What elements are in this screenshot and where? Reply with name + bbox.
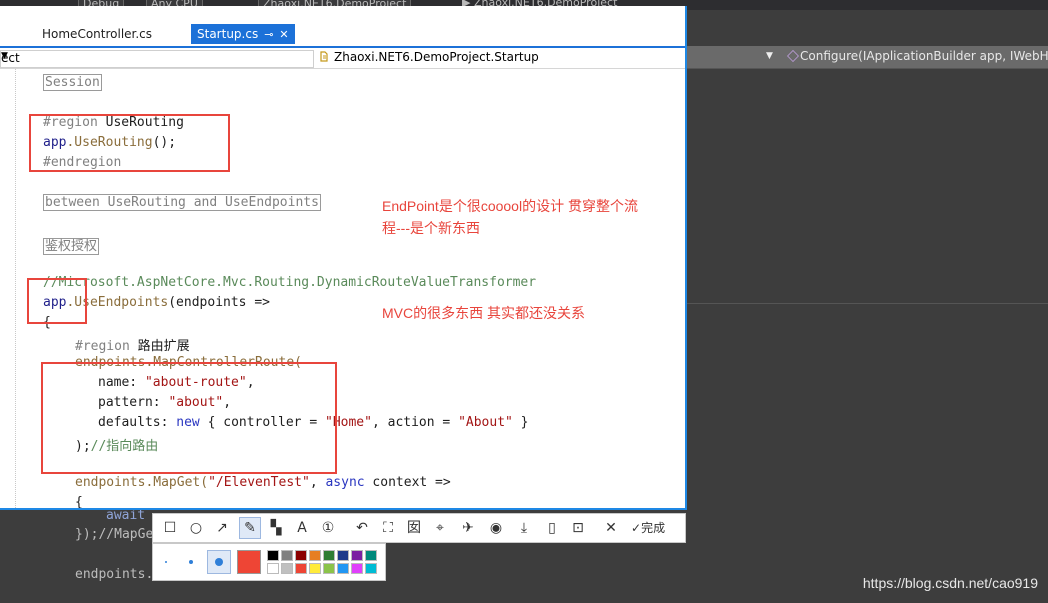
code-line-comment: //Microsoft.AspNetCore.Mvc.Routing.Dynam…	[43, 275, 537, 290]
tab-startup[interactable]: Startup.cs ⊸ ✕	[191, 24, 295, 44]
code-line-mapget: endpoints.MapGet("/ElevenTest", async co…	[75, 475, 451, 490]
color-swatch[interactable]	[337, 563, 349, 574]
color-swatch[interactable]	[281, 563, 293, 574]
snip-toolbar: ☐ ○ ↗ ✎ ▚ A ① ↶ ⛶ 囡 ⌖ ✈ ◉ ⤓ ▯ ⊡ ✕ ✓完成	[152, 513, 686, 543]
color-swatch[interactable]	[337, 550, 349, 561]
navigation-bar: ect ▼ Zhaoxi.NET6.DemoProject.Startup	[0, 48, 685, 69]
type-nav-dropdown[interactable]: Zhaoxi.NET6.DemoProject.Startup	[318, 50, 539, 64]
collapsed-region[interactable]: between UseRouting and UseEndpoints	[43, 194, 321, 211]
project-nav-dropdown[interactable]: ect ▼	[0, 50, 314, 68]
check-icon: ✓	[631, 521, 642, 535]
collapsed-region[interactable]: Session	[43, 74, 102, 91]
code-line-brace2: {	[75, 495, 83, 510]
color-swatch[interactable]	[267, 550, 279, 561]
brush-size-small[interactable]	[165, 561, 167, 563]
phone-icon[interactable]: ▯	[541, 517, 563, 539]
number-icon[interactable]: ①	[317, 517, 339, 539]
color-swatch[interactable]	[295, 550, 307, 561]
annotation-box-mapcontrollerroute[interactable]	[41, 362, 337, 474]
color-swatch[interactable]	[309, 563, 321, 574]
done-label: 完成	[641, 521, 666, 535]
chevron-down-icon: ▼	[1, 51, 8, 61]
code-line-region2: #region 路由扩展	[75, 339, 190, 354]
code-line-endpoints: endpoints.	[75, 567, 154, 582]
bookmark-icon[interactable]: ⊡	[567, 517, 589, 539]
color-swatch[interactable]	[365, 563, 377, 574]
color-swatch[interactable]	[365, 550, 377, 561]
color-swatch[interactable]	[323, 563, 335, 574]
ocr-icon[interactable]: ⛶	[377, 517, 399, 539]
tab-label: Startup.cs	[197, 27, 259, 41]
code-line-between: between UseRouting and UseEndpoints	[43, 194, 321, 211]
code-line-session: Session	[43, 74, 102, 91]
color-swatch[interactable]	[281, 550, 293, 561]
text-icon[interactable]: A	[291, 517, 313, 539]
member-nav-dropdown[interactable]: Configure(IApplicationBuilder app, IWebH…	[800, 49, 1048, 63]
editor-tab-strip: HomeController.cs Startup.cs ⊸ ✕	[0, 6, 685, 48]
tab-label: HomeController.cs	[42, 27, 153, 41]
done-button[interactable]: ✓完成	[631, 519, 665, 536]
brush-size-large[interactable]	[207, 550, 231, 574]
watermark: https://blog.csdn.net/cao919	[862, 575, 1038, 591]
color-swatch[interactable]	[323, 550, 335, 561]
pin-icon[interactable]: ⊸	[264, 28, 273, 41]
chevron-down-icon[interactable]: ▼	[766, 51, 773, 61]
arrow-icon[interactable]: ↗	[211, 517, 233, 539]
scan-icon[interactable]: ⌖	[429, 517, 451, 539]
color-swatch[interactable]	[267, 563, 279, 574]
undo-icon[interactable]: ↶	[351, 517, 373, 539]
pen-icon[interactable]: ✎	[239, 517, 261, 539]
current-color-swatch[interactable]	[237, 550, 261, 574]
snip-style-toolbar	[152, 543, 386, 581]
annotation-line: EndPoint是个很cooool的设计 贯穿整个流	[382, 198, 638, 214]
color-swatch[interactable]	[351, 550, 363, 561]
indent-guide	[15, 69, 16, 508]
code-line-await: await	[106, 508, 146, 523]
class-icon	[320, 51, 328, 62]
divider	[686, 303, 1048, 304]
mosaic-icon[interactable]: ▚	[265, 517, 287, 539]
code-line-auth: 鉴权授权	[43, 235, 100, 255]
annotation-box-userouting[interactable]	[29, 114, 230, 172]
ellipse-icon[interactable]: ○	[185, 517, 207, 539]
collapsed-region[interactable]: 鉴权授权	[43, 238, 100, 255]
record-icon[interactable]: ◉	[485, 517, 507, 539]
rectangle-icon[interactable]: ☐	[159, 517, 181, 539]
annotation-line: 程---是个新东西	[382, 220, 480, 236]
annotation-box-useendpoints[interactable]	[27, 278, 87, 324]
code-line-mapget-close: });//MapGe	[75, 527, 154, 542]
translate-icon[interactable]: 囡	[403, 517, 425, 539]
type-nav-label: Zhaoxi.NET6.DemoProject.Startup	[334, 50, 539, 64]
close-icon[interactable]: ✕	[279, 28, 288, 41]
annotation-note-endpoint[interactable]: EndPoint是个很cooool的设计 贯穿整个流 程---是个新东西	[382, 195, 638, 239]
tab-homecontroller[interactable]: HomeController.cs	[36, 24, 158, 44]
cancel-icon[interactable]: ✕	[600, 517, 622, 539]
color-swatch[interactable]	[351, 563, 363, 574]
annotation-note-mvc[interactable]: MVC的很多东西 其实都还没关系	[382, 302, 585, 324]
color-swatch[interactable]	[295, 563, 307, 574]
pin-icon[interactable]: ✈	[457, 517, 479, 539]
brush-size-medium[interactable]	[189, 560, 193, 564]
color-swatch[interactable]	[309, 550, 321, 561]
download-icon[interactable]: ⤓	[513, 517, 535, 539]
capture-region: HomeController.cs Startup.cs ⊸ ✕ ect ▼ Zha…	[0, 6, 687, 510]
